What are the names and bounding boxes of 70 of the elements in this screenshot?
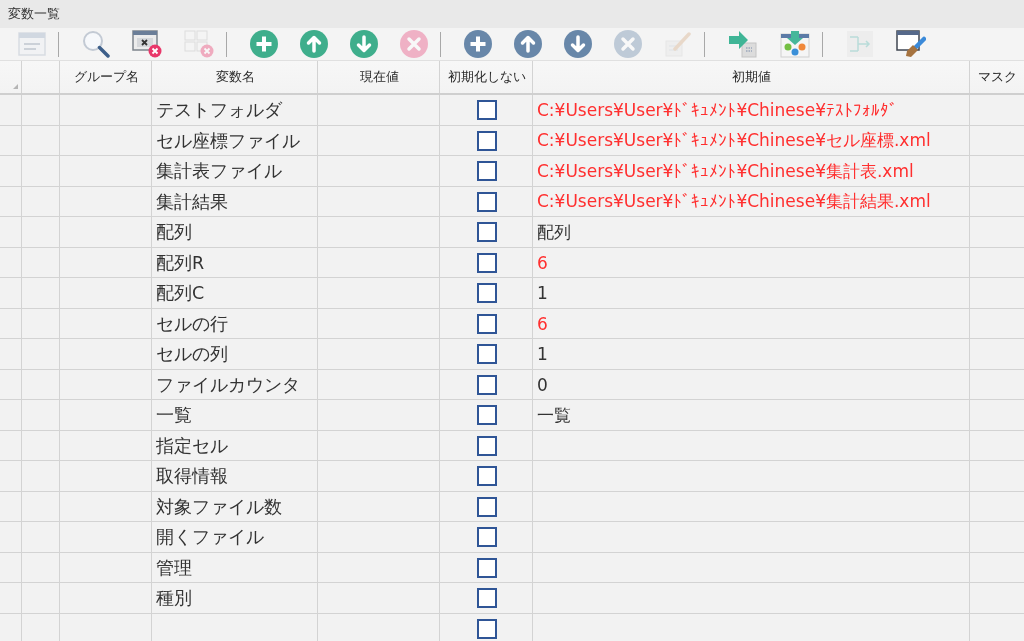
initial-value-cell: 0: [537, 374, 548, 395]
checkbox[interactable]: [476, 222, 497, 243]
delete-icon: [400, 30, 428, 58]
variable-name-cell-text: 対象ファイル数: [156, 495, 282, 519]
window-delete-button[interactable]: [132, 30, 162, 58]
checkbox[interactable]: [476, 100, 497, 121]
checkbox[interactable]: [476, 527, 497, 548]
grid-delete-icon: [184, 30, 214, 58]
checkbox[interactable]: [476, 466, 497, 487]
variable-name-cell-text: セル座標ファイル: [156, 129, 300, 153]
checkbox[interactable]: [476, 588, 497, 609]
variable-name-cell-text: 配列R: [156, 251, 205, 275]
checkbox[interactable]: [476, 283, 497, 304]
initial-value-cell: C:¥Users¥User¥ﾄﾞｷｭﾒﾝﾄ¥Chinese¥ﾃｽﾄﾌｫﾙﾀﾞ: [537, 100, 898, 121]
variable-name-cell-text: テストフォルダ: [156, 99, 282, 123]
checkbox[interactable]: [476, 130, 497, 151]
move-up-button[interactable]: [300, 30, 328, 58]
initial-value-cell: 6: [537, 313, 548, 334]
variable-name-cell-text: 開くファイル: [156, 526, 264, 550]
variable-name-cell-text: 指定セル: [156, 434, 228, 458]
variable-name-cell-text: 一覧: [156, 404, 192, 428]
checkbox[interactable]: [476, 313, 497, 334]
checkbox[interactable]: [476, 344, 497, 365]
mask-header[interactable]: マスク: [977, 68, 1017, 86]
checkbox[interactable]: [476, 374, 497, 395]
initial-value-cell: 6: [537, 252, 548, 273]
variable-name-cell-text: 配列C: [156, 282, 205, 306]
move-up-button[interactable]: [514, 30, 542, 58]
window-icon: [18, 32, 46, 56]
checkbox[interactable]: [476, 557, 497, 578]
checkbox[interactable]: [476, 161, 497, 182]
variable-name-cell-text: 集計結果: [156, 190, 228, 214]
no-init-header[interactable]: 初期化しない: [447, 68, 526, 86]
checkbox[interactable]: [476, 191, 497, 212]
checkbox[interactable]: [476, 618, 497, 639]
variable-name-cell-text: 種別: [156, 587, 192, 611]
current-value-header[interactable]: 現在値: [359, 68, 399, 86]
add-button[interactable]: [464, 30, 492, 58]
corner-triangle-icon: [13, 84, 18, 89]
initial-value-cell: 一覧: [537, 403, 571, 427]
move-down-button[interactable]: [564, 30, 592, 58]
initial-value-header[interactable]: 初期値: [732, 68, 771, 86]
variable-name-cell-text: ファイルカウンタ: [156, 373, 300, 397]
initial-value-cell: 1: [537, 283, 548, 304]
variable-name-cell-text: セルの行: [156, 312, 228, 336]
initial-value-cell: C:¥Users¥User¥ﾄﾞｷｭﾒﾝﾄ¥Chinese¥集計結果.xml: [537, 190, 931, 214]
edit-icon: [664, 30, 692, 58]
add-button[interactable]: [250, 30, 278, 58]
variable-name-cell-text: 管理: [156, 556, 192, 580]
checkbox[interactable]: [476, 496, 497, 517]
checkbox[interactable]: [476, 405, 497, 426]
group-name-header[interactable]: グループ名: [73, 68, 139, 86]
variable-name-cell-text: 取得情報: [156, 465, 228, 489]
initial-value-cell: C:¥Users¥User¥ﾄﾞｷｭﾒﾝﾄ¥Chinese¥セル座標.xml: [537, 129, 931, 153]
delete-icon: [614, 30, 642, 58]
initial-value-cell: C:¥Users¥User¥ﾄﾞｷｭﾒﾝﾄ¥Chinese¥集計表.xml: [537, 159, 914, 183]
initial-value-cell: 1: [537, 344, 548, 365]
variable-name-cell-text: セルの列: [156, 343, 228, 367]
initial-value-cell: 配列: [537, 220, 571, 244]
branch-icon: [846, 30, 874, 58]
search-button[interactable]: [82, 30, 110, 58]
window-title: 変数一覧: [8, 5, 60, 23]
checkbox[interactable]: [476, 252, 497, 273]
variable-name-cell-text: 配列: [156, 221, 192, 245]
variable-name-cell-text: 集計表ファイル: [156, 160, 282, 184]
brush-button[interactable]: [896, 30, 926, 58]
export-button[interactable]: [780, 30, 810, 58]
checkbox[interactable]: [476, 435, 497, 456]
move-down-button[interactable]: [350, 30, 378, 58]
variable-name-header[interactable]: 変数名: [215, 68, 255, 86]
